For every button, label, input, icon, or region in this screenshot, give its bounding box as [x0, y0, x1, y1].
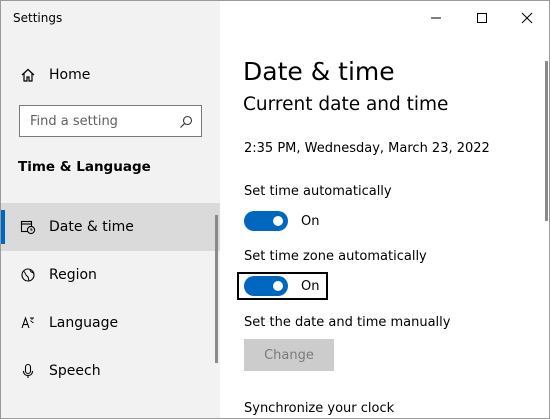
current-datetime: 2:35 PM, Wednesday, March 23, 2022 — [244, 141, 490, 156]
section-heading: Time & Language — [18, 159, 151, 175]
search-box[interactable] — [19, 105, 202, 137]
sidebar-item-label: Speech — [49, 363, 101, 379]
sidebar-item-label: Language — [49, 315, 119, 331]
maximize-button[interactable] — [459, 1, 505, 35]
set-time-auto-label: Set time automatically — [244, 184, 392, 199]
sidebar-item-label: Date & time — [49, 219, 134, 235]
manual-datetime-label: Set the date and time manually — [244, 315, 451, 330]
page-title: Date & time — [243, 57, 395, 86]
set-time-auto-toggle[interactable] — [244, 211, 288, 231]
sidebar-item-speech[interactable]: Speech — [1, 347, 220, 395]
minimize-icon — [431, 17, 441, 19]
set-timezone-auto-toggle[interactable] — [244, 276, 288, 296]
main-scrollbar[interactable] — [545, 61, 548, 221]
selection-indicator — [1, 210, 5, 244]
set-timezone-auto-label: Set time zone automatically — [244, 249, 427, 264]
window-title: Settings — [13, 11, 63, 25]
change-button[interactable]: Change — [244, 339, 334, 371]
maximize-icon — [477, 13, 487, 23]
toggle-knob — [273, 216, 283, 226]
close-button[interactable] — [504, 1, 549, 35]
toggle-knob — [273, 281, 283, 291]
minimize-button[interactable] — [413, 1, 459, 35]
home-icon — [19, 66, 37, 84]
calendar-clock-icon — [19, 218, 37, 236]
sync-clock-label: Synchronize your clock — [244, 401, 395, 416]
search-input[interactable] — [30, 112, 180, 130]
close-icon — [521, 12, 533, 24]
sidebar-item-language[interactable]: Language — [1, 299, 220, 347]
globe-icon — [19, 266, 37, 284]
sidebar-scrollbar[interactable] — [215, 215, 218, 363]
microphone-icon — [19, 362, 37, 380]
language-icon — [19, 314, 37, 332]
toggle-state-text: On — [301, 214, 320, 229]
search-icon[interactable] — [179, 114, 193, 128]
sidebar: Settings Home Time & Language — [1, 1, 220, 418]
settings-window: Settings Home Time & Language — [0, 0, 550, 419]
sidebar-item-label: Region — [49, 267, 97, 283]
sidebar-item-home[interactable]: Home — [1, 59, 220, 91]
sidebar-item-region[interactable]: Region — [1, 251, 220, 299]
section-subtitle: Current date and time — [243, 94, 449, 115]
sidebar-item-date-time[interactable]: Date & time — [1, 203, 220, 251]
toggle-state-text: On — [301, 279, 320, 294]
sidebar-item-label: Home — [49, 67, 91, 83]
